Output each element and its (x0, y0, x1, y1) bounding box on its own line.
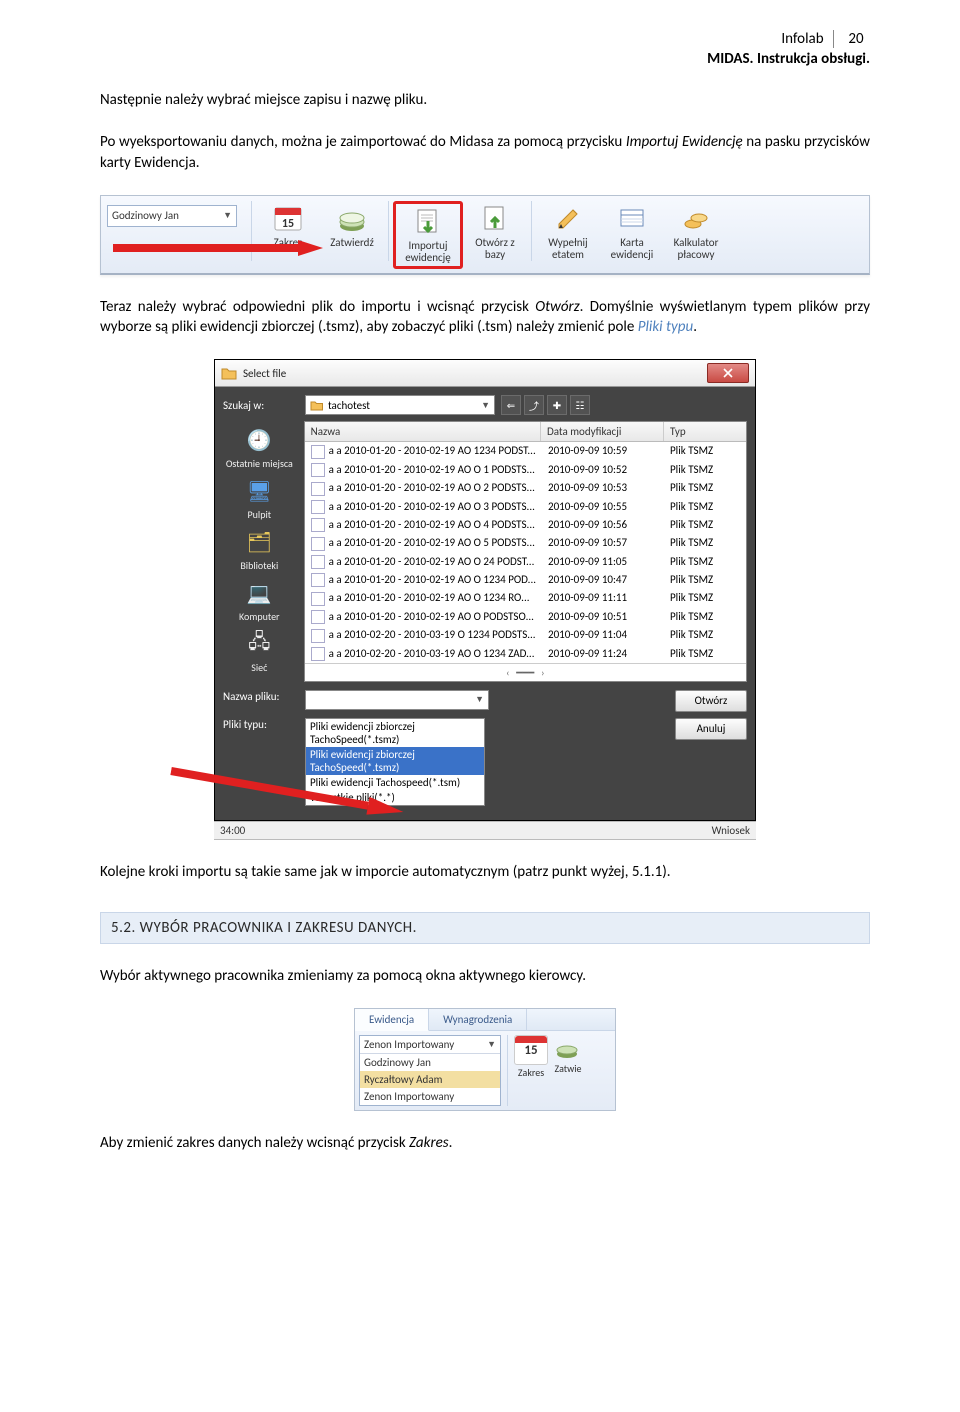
driver-dropdown[interactable]: Zenon Importowany ▼ Godzinowy Jan Ryczał… (359, 1035, 501, 1106)
col-type[interactable]: Typ (664, 422, 746, 441)
paragraph-4: Kolejne kroki importu są takie same jak … (100, 862, 870, 882)
file-open-dialog: Select file Szukaj w: tachotest ▼ ⇐ ⤴ (214, 359, 756, 821)
file-row[interactable]: a a 2010-01-20 - 2010-02-19 AO O 24 PODS… (305, 553, 746, 571)
sidebar-libraries[interactable]: 🗂 Biblioteki (240, 527, 278, 572)
tab-ewidencja[interactable]: Ewidencja (355, 1009, 429, 1031)
file-row[interactable]: a a 2010-02-20 - 2010-03-19 O 1234 PODST… (305, 626, 746, 644)
pencil-icon (552, 203, 584, 235)
file-row[interactable]: a a 2010-01-20 - 2010-02-19 AO O 2 PODST… (305, 479, 746, 497)
folder-icon (310, 399, 324, 411)
open-button[interactable]: Otwórz (675, 690, 747, 712)
col-date[interactable]: Data modyfikacji (541, 422, 664, 441)
tab-wynagrodzenia[interactable]: Wynagrodzenia (429, 1009, 527, 1030)
new-folder-icon[interactable]: ✚ (547, 395, 567, 415)
chevron-down-icon: ▼ (487, 1039, 496, 1050)
wypelnij-etatem-button[interactable]: Wypełnij etatem (536, 201, 600, 263)
sidebar-recent[interactable]: 🕘 Ostatnie miejsca (226, 425, 293, 470)
doc-title: MIDAS. Instrukcja obsługi. (707, 50, 870, 68)
filename-label: Nazwa pliku: (223, 690, 299, 703)
recent-icon: 🕘 (241, 425, 277, 455)
page-number: 20 (833, 30, 870, 48)
up-icon[interactable]: ⤴ (524, 395, 544, 415)
paragraph-2: Po wyeksportowaniu danych, można je zaim… (100, 132, 870, 173)
close-button[interactable] (707, 363, 749, 383)
kalkulator-placowy-button[interactable]: Kalkulator płacowy (664, 201, 728, 263)
zatwierdz-button[interactable]: Zatwie (554, 1063, 581, 1074)
file-row[interactable]: a a 2010-01-20 - 2010-02-19 AO O 1234 PO… (305, 571, 746, 589)
mini-tabs-ui: Ewidencja Wynagrodzenia Zenon Importowan… (354, 1008, 616, 1111)
background-strip: 34:00 Wniosek (214, 821, 756, 840)
file-row[interactable]: a a 2010-01-20 - 2010-02-19 AO 1234 PODS… (305, 442, 746, 460)
file-row[interactable]: a a 2010-02-20 - 2010-03-19 AO O 1234 ZA… (305, 645, 746, 663)
dialog-nav-buttons: ⇐ ⤴ ✚ ☷ (501, 395, 590, 415)
section-heading: 5.2. WYBÓR PRACOWNIKA I ZAKRESU DANYCH. (100, 912, 870, 944)
col-name[interactable]: Nazwa (305, 422, 541, 441)
svg-text:15: 15 (282, 217, 294, 231)
file-row[interactable]: a a 2010-01-20 - 2010-02-19 AO O 1 PODST… (305, 461, 746, 479)
disk-icon (336, 203, 368, 235)
disk-icon (554, 1035, 582, 1063)
file-row[interactable]: a a 2010-01-20 - 2010-02-19 AO O 5 PODST… (305, 534, 746, 552)
importuj-ewidencje-button[interactable]: Importuj ewidencję (393, 201, 463, 269)
paragraph-3: Teraz należy wybrać odpowiedni plik do i… (100, 297, 870, 338)
import-icon (412, 206, 444, 238)
computer-icon: 💻 (241, 578, 277, 608)
filetype-label: Pliki typu: (223, 718, 299, 731)
desktop-icon: 🖥 (241, 476, 277, 506)
calendar-icon: 15 (272, 203, 304, 235)
libraries-icon: 🗂 (241, 527, 277, 557)
annotation-arrow-icon (113, 236, 325, 260)
karta-ewidencji-button[interactable]: Karta ewidencji (600, 201, 664, 263)
file-row[interactable]: a a 2010-01-20 - 2010-02-19 AO O PODSTSO… (305, 608, 746, 626)
sidebar-network[interactable]: 🖧 Sieć (241, 629, 277, 674)
coins-icon (680, 203, 712, 235)
file-row[interactable]: a a 2010-01-20 - 2010-02-19 AO O 3 PODST… (305, 498, 746, 516)
views-icon[interactable]: ☷ (570, 395, 590, 415)
paragraph-1: Następnie należy wybrać miejsce zapisu i… (100, 90, 870, 110)
chevron-down-icon: ▼ (475, 694, 484, 705)
dialog-titlebar: Select file (215, 360, 755, 387)
driver-select[interactable]: Godzinowy Jan ▼ (107, 205, 237, 227)
ribbon-toolbar: Godzinowy Jan ▼ 15 Zakres Zatwierdź Impo… (100, 195, 870, 275)
paragraph-6: Aby zmienić zakres danych należy wcisnąć… (100, 1133, 870, 1153)
file-list: Nazwa Data modyfikacji Typ a a 2010-01-2… (304, 421, 747, 682)
back-icon[interactable]: ⇐ (501, 395, 521, 415)
header-label: Infolab (781, 30, 829, 48)
zatwierdz-button[interactable]: Zatwierdź (320, 201, 384, 251)
chevron-down-icon: ▼ (481, 400, 490, 411)
scrollbar[interactable]: ‹ ━━━ › (305, 663, 746, 681)
otworz-z-bazy-button[interactable]: Otwórz z bazy (463, 201, 527, 263)
card-icon (616, 203, 648, 235)
sidebar-computer[interactable]: 💻 Komputer (239, 578, 280, 623)
lookin-label: Szukaj w: (223, 399, 299, 412)
paragraph-5: Wybór aktywnego pracownika zmieniamy za … (100, 966, 870, 986)
dialog-sidebar: 🕘 Ostatnie miejsca 🖥 Pulpit 🗂 Biblioteki… (223, 421, 296, 682)
zakres-button[interactable]: Zakres (518, 1067, 544, 1078)
folder-icon (221, 365, 237, 381)
open-db-icon (479, 203, 511, 235)
filename-input[interactable]: ▼ (305, 690, 489, 710)
lookin-select[interactable]: tachotest ▼ (305, 395, 495, 415)
sidebar-desktop[interactable]: 🖥 Pulpit (241, 476, 277, 521)
file-row[interactable]: a a 2010-01-20 - 2010-02-19 AO O 1234 RO… (305, 589, 746, 607)
file-row[interactable]: a a 2010-01-20 - 2010-02-19 AO O 4 PODST… (305, 516, 746, 534)
calendar-icon: 15 (514, 1035, 548, 1065)
cancel-button[interactable]: Anuluj (675, 718, 747, 740)
chevron-down-icon: ▼ (223, 210, 232, 221)
network-icon: 🖧 (241, 629, 277, 659)
